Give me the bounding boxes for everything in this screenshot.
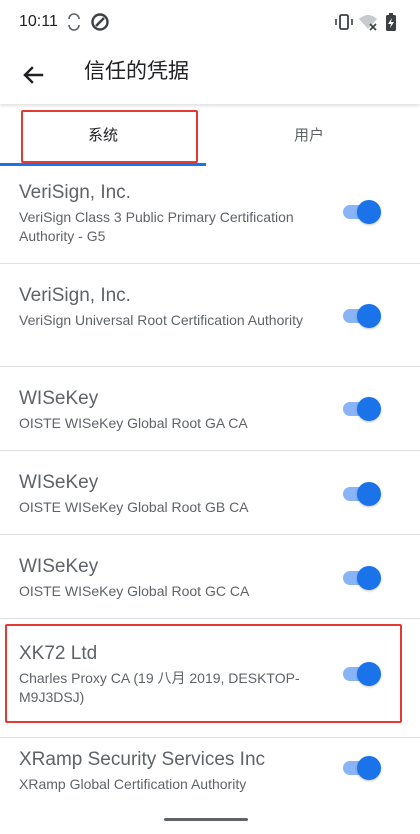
certificate-issuer: VeriSign, Inc. — [19, 285, 131, 306]
vpn-icon — [91, 13, 109, 31]
gesture-nav-handle[interactable] — [164, 818, 248, 821]
certificate-name: OISTE WISeKey Global Root GA CA — [19, 415, 248, 431]
certificate-row[interactable]: WISeKey OISTE WISeKey Global Root GA CA — [0, 367, 420, 451]
back-arrow-icon[interactable] — [16, 58, 50, 92]
certificate-issuer: WISeKey — [19, 556, 99, 577]
certificate-row[interactable]: VeriSign, Inc. VeriSign Class 3 Public P… — [0, 168, 420, 264]
app-bar: 信任的凭据 — [0, 46, 420, 104]
certificate-row[interactable]: WISeKey OISTE WISeKey Global Root GC CA — [0, 535, 420, 619]
certificate-toggle[interactable] — [343, 395, 385, 423]
tab-user[interactable]: 用户 — [206, 104, 412, 168]
vibrate-icon — [335, 14, 353, 30]
status-time: 10:11 — [19, 13, 58, 30]
highlight-box-charles-cert — [5, 624, 402, 723]
certificate-issuer: WISeKey — [19, 472, 99, 493]
battery-charging-icon — [386, 13, 396, 31]
certificate-toggle[interactable] — [343, 302, 385, 330]
page-title: 信任的凭据 — [84, 60, 189, 83]
certificate-name: VeriSign Universal Root Certification Au… — [19, 312, 304, 328]
certificate-row[interactable]: WISeKey OISTE WISeKey Global Root GB CA — [0, 451, 420, 535]
certificate-issuer: WISeKey — [19, 388, 99, 409]
wifi-off-icon — [359, 15, 377, 31]
certificate-toggle[interactable] — [343, 754, 385, 782]
certificate-toggle[interactable] — [343, 198, 385, 226]
certificate-row[interactable]: XRamp Security Services Inc XRamp Global… — [0, 738, 420, 808]
certificate-issuer: XRamp Security Services Inc — [19, 749, 266, 770]
certificate-name: OISTE WISeKey Global Root GB CA — [19, 499, 249, 515]
tab-indicator — [0, 163, 206, 166]
certificate-name: OISTE WISeKey Global Root GC CA — [19, 583, 250, 599]
status-bar: 10:11 — [0, 0, 420, 46]
certificate-name: VeriSign Class 3 Public Primary Certific… — [19, 209, 294, 244]
highlight-box-system-tab — [21, 110, 198, 163]
certificate-toggle[interactable] — [343, 480, 385, 508]
certificate-toggle[interactable] — [343, 564, 385, 592]
certificate-issuer: VeriSign, Inc. — [19, 182, 131, 203]
certificate-row[interactable]: VeriSign, Inc. VeriSign Universal Root C… — [0, 264, 420, 367]
certificate-name: XRamp Global Certification Authority — [19, 776, 247, 792]
sync-icon — [68, 13, 80, 31]
